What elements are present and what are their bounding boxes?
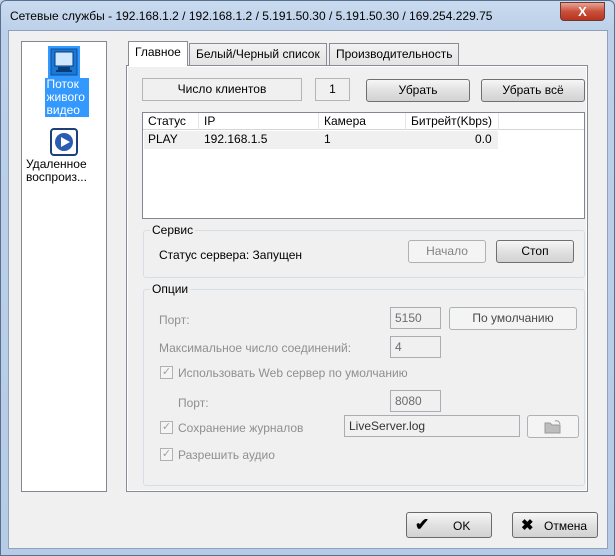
column-header-ip[interactable]: IP [204,114,215,128]
server-status-text: Статус сервера: Запущен [159,248,303,262]
column-header-camera[interactable]: Камера [324,114,366,128]
remove-button[interactable]: Убрать [366,79,470,102]
web-server-label: Использовать Web сервер по умолчанию [178,366,408,380]
column-header-bitrate[interactable]: Битрейт(Kbps) [411,114,492,128]
client-count-value: 1 [315,78,350,101]
web-server-checkbox[interactable]: ✓ [160,366,173,379]
folder-icon [544,420,561,434]
web-port-input[interactable]: 8080 [390,390,441,412]
nav-item-live-stream[interactable]: Поток живого видео [26,46,102,117]
nav-label-remote-playback: Удаленное воспроиз... [26,158,102,184]
cancel-button[interactable]: ✖ Отмена [512,512,598,538]
max-connections-input[interactable]: 4 [390,336,441,358]
port-input[interactable]: 5150 [390,307,441,329]
cell-bitrate: 0.0 [475,132,492,146]
checkmark-icon: ✔ [415,515,430,534]
ok-button[interactable]: ✔ OK [406,512,492,538]
column-header-status[interactable]: Статус [148,114,186,128]
column-divider[interactable] [198,113,199,130]
column-divider[interactable] [405,113,406,130]
options-group-title: Опции [150,282,191,296]
playback-icon [48,126,80,158]
default-button[interactable]: По умолчанию [449,307,577,330]
column-divider[interactable] [498,113,499,130]
service-group: Сервис Статус сервера: Запущен Начало Ст… [143,223,585,278]
table-row[interactable]: PLAY 192.168.1.5 1 0.0 [144,131,498,149]
nav-item-remote-playback[interactable]: Удаленное воспроиз... [26,126,102,184]
table-header: Статус IP Камера Битрейт(Kbps) [143,113,584,130]
remove-all-button[interactable]: Убрать всё [481,79,585,102]
cross-icon: ✖ [521,517,534,534]
log-file-input[interactable]: LiveServer.log [344,415,520,437]
max-connections-label: Максимальное число соединений: [159,341,352,355]
start-button[interactable]: Начало [408,240,486,263]
allow-audio-label: Разрешить аудио [178,448,275,462]
tab-white-black-list[interactable]: Белый/Черный список [189,43,327,65]
allow-audio-checkbox[interactable]: ✓ [160,448,173,461]
cell-ip: 192.168.1.5 [204,132,268,146]
save-logs-checkbox[interactable]: ✓ [160,421,173,434]
clients-table: Статус IP Камера Битрейт(Kbps) PLAY 192.… [142,112,585,219]
port-label: Порт: [159,313,190,327]
title-bar: Сетевые службы - 192.168.1.2 / 192.168.1… [1,1,614,29]
browse-folder-button[interactable] [527,415,579,438]
window-title: Сетевые службы - 192.168.1.2 / 192.168.1… [10,9,493,23]
tab-main[interactable]: Главное [128,41,188,66]
tab-performance[interactable]: Производительность [329,43,460,65]
options-group: Опции Порт: 5150 По умолчанию Максимальн… [143,282,585,486]
web-port-label: Порт: [178,396,209,410]
cell-status: PLAY [148,132,178,146]
close-button[interactable]: X [560,2,605,21]
cancel-button-label: Отмена [544,519,588,533]
cell-camera: 1 [324,132,331,146]
services-list: Поток живого видео Удаленное воспроиз... [21,41,107,492]
ok-button-label: OK [453,519,471,533]
nav-label-line: видео [46,103,80,117]
monitor-icon [48,46,80,78]
service-group-title: Сервис [150,223,196,237]
network-services-window: Сетевые службы - 192.168.1.2 / 192.168.1… [0,0,615,556]
client-count-label: Число клиентов [142,78,302,101]
stop-button[interactable]: Стоп [496,240,574,263]
tab-panel-main: Число клиентов 1 Убрать Убрать всё Стату… [126,65,588,492]
nav-label-live-stream: Поток живого видео [44,78,89,117]
nav-label-line: воспроиз... [26,170,87,184]
column-divider[interactable] [318,113,319,130]
dialog-client-area: Поток живого видео Удаленное воспроиз... [8,30,608,549]
panel-background: Число клиентов 1 Убрать Убрать всё Стату… [128,67,586,490]
save-logs-label: Сохранение журналов [178,421,304,435]
